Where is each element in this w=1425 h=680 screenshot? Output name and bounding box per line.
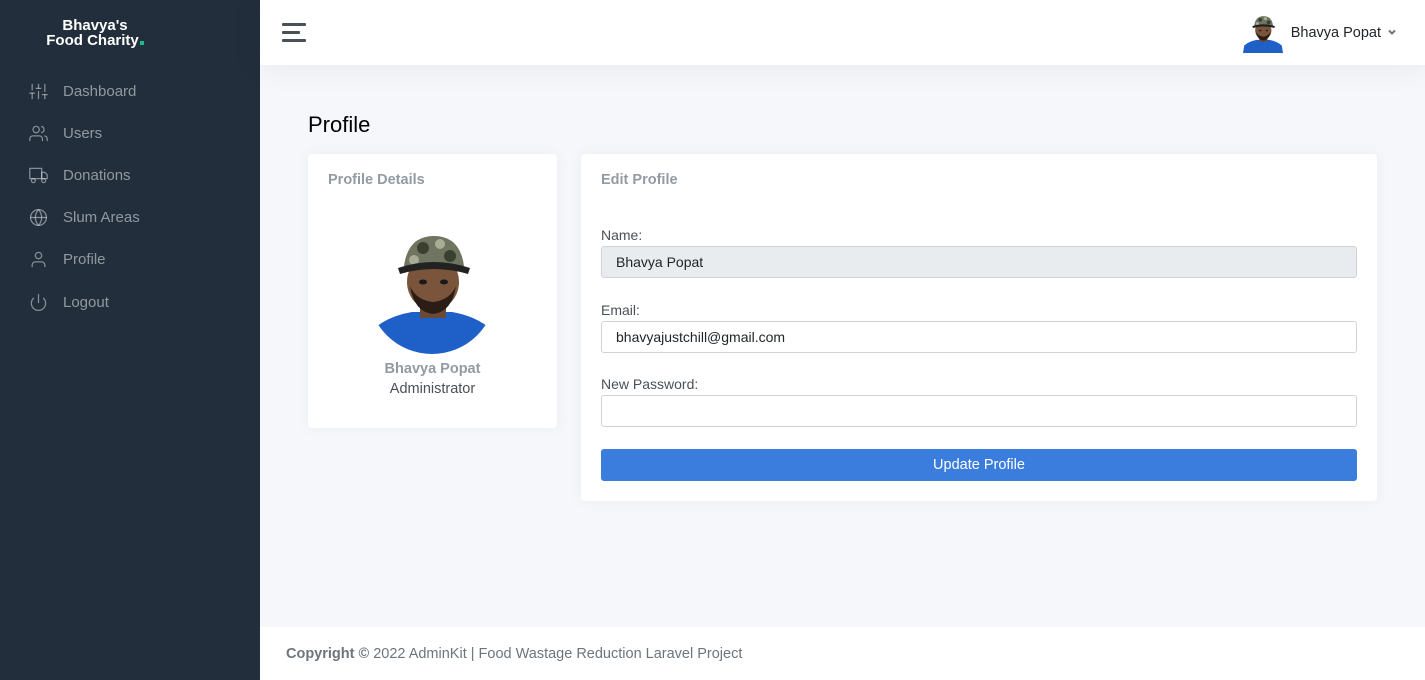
email-label: Email: [601,302,640,318]
card-title: Edit Profile [601,172,678,188]
sidebar: Bhavya's Food Charity Dashboard Users Do… [0,0,260,680]
card-title: Profile Details [328,172,425,188]
truck-icon [28,165,48,185]
sidebar-item-label: Users [63,124,103,142]
profile-avatar [368,226,496,354]
footer: Copyright © 2022 AdminKit | Food Wastage… [260,627,1425,680]
email-field[interactable] [601,321,1357,353]
sidebar-item-donations[interactable]: Donations [0,154,260,196]
brand-line-1: Bhavya's [62,17,128,34]
name-field[interactable] [601,246,1357,278]
user-icon [28,250,48,270]
brand-line-2: Food Charity [46,32,139,49]
profile-name: Bhavya Popat [384,361,481,377]
footer-text: Copyright © 2022 AdminKit | Food Wastage… [286,646,742,662]
sidebar-item-label: Donations [63,166,131,184]
sidebar-toggle-icon[interactable] [282,22,306,44]
brand-logo[interactable]: Bhavya's Food Charity [40,18,150,48]
sidebar-item-logout[interactable]: Logout [0,281,260,323]
top-navbar: Bhavya Popat [260,0,1425,65]
footer-project-text: 2022 AdminKit | Food Wastage Reduction L… [369,646,743,662]
user-menu-dropdown[interactable]: Bhavya Popat [1243,13,1397,53]
sidebar-nav: Dashboard Users Donations Slum Areas Pro… [0,70,260,323]
sidebar-item-label: Slum Areas [63,209,140,227]
user-name: Bhavya Popat [1290,25,1381,41]
chevron-down-icon [1387,24,1397,42]
copyright-label: Copyright © [286,646,370,662]
sidebar-item-users[interactable]: Users [0,112,260,154]
profile-details-card: Profile Details Bhavya Popat Administrat… [308,154,557,428]
sidebar-item-label: Dashboard [63,82,137,100]
globe-icon [28,208,48,228]
sidebar-item-label: Profile [63,251,106,269]
sidebar-item-slum-areas[interactable]: Slum Areas [0,197,260,239]
avatar [1243,13,1283,53]
brand-dot [139,41,144,45]
password-label: New Password: [601,376,699,392]
sidebar-item-profile[interactable]: Profile [0,239,260,281]
page-title: Profile [308,112,371,137]
power-icon [28,292,48,312]
sliders-icon [28,81,48,101]
name-label: Name: [601,227,643,243]
profile-role: Administrator [389,381,476,397]
new-password-field[interactable] [601,395,1357,427]
users-icon [28,123,48,143]
edit-profile-card: Edit Profile Name: Email: New Password: … [581,154,1377,501]
update-profile-button[interactable]: Update Profile [601,449,1357,481]
sidebar-item-dashboard[interactable]: Dashboard [0,70,260,112]
sidebar-item-label: Logout [63,293,109,311]
